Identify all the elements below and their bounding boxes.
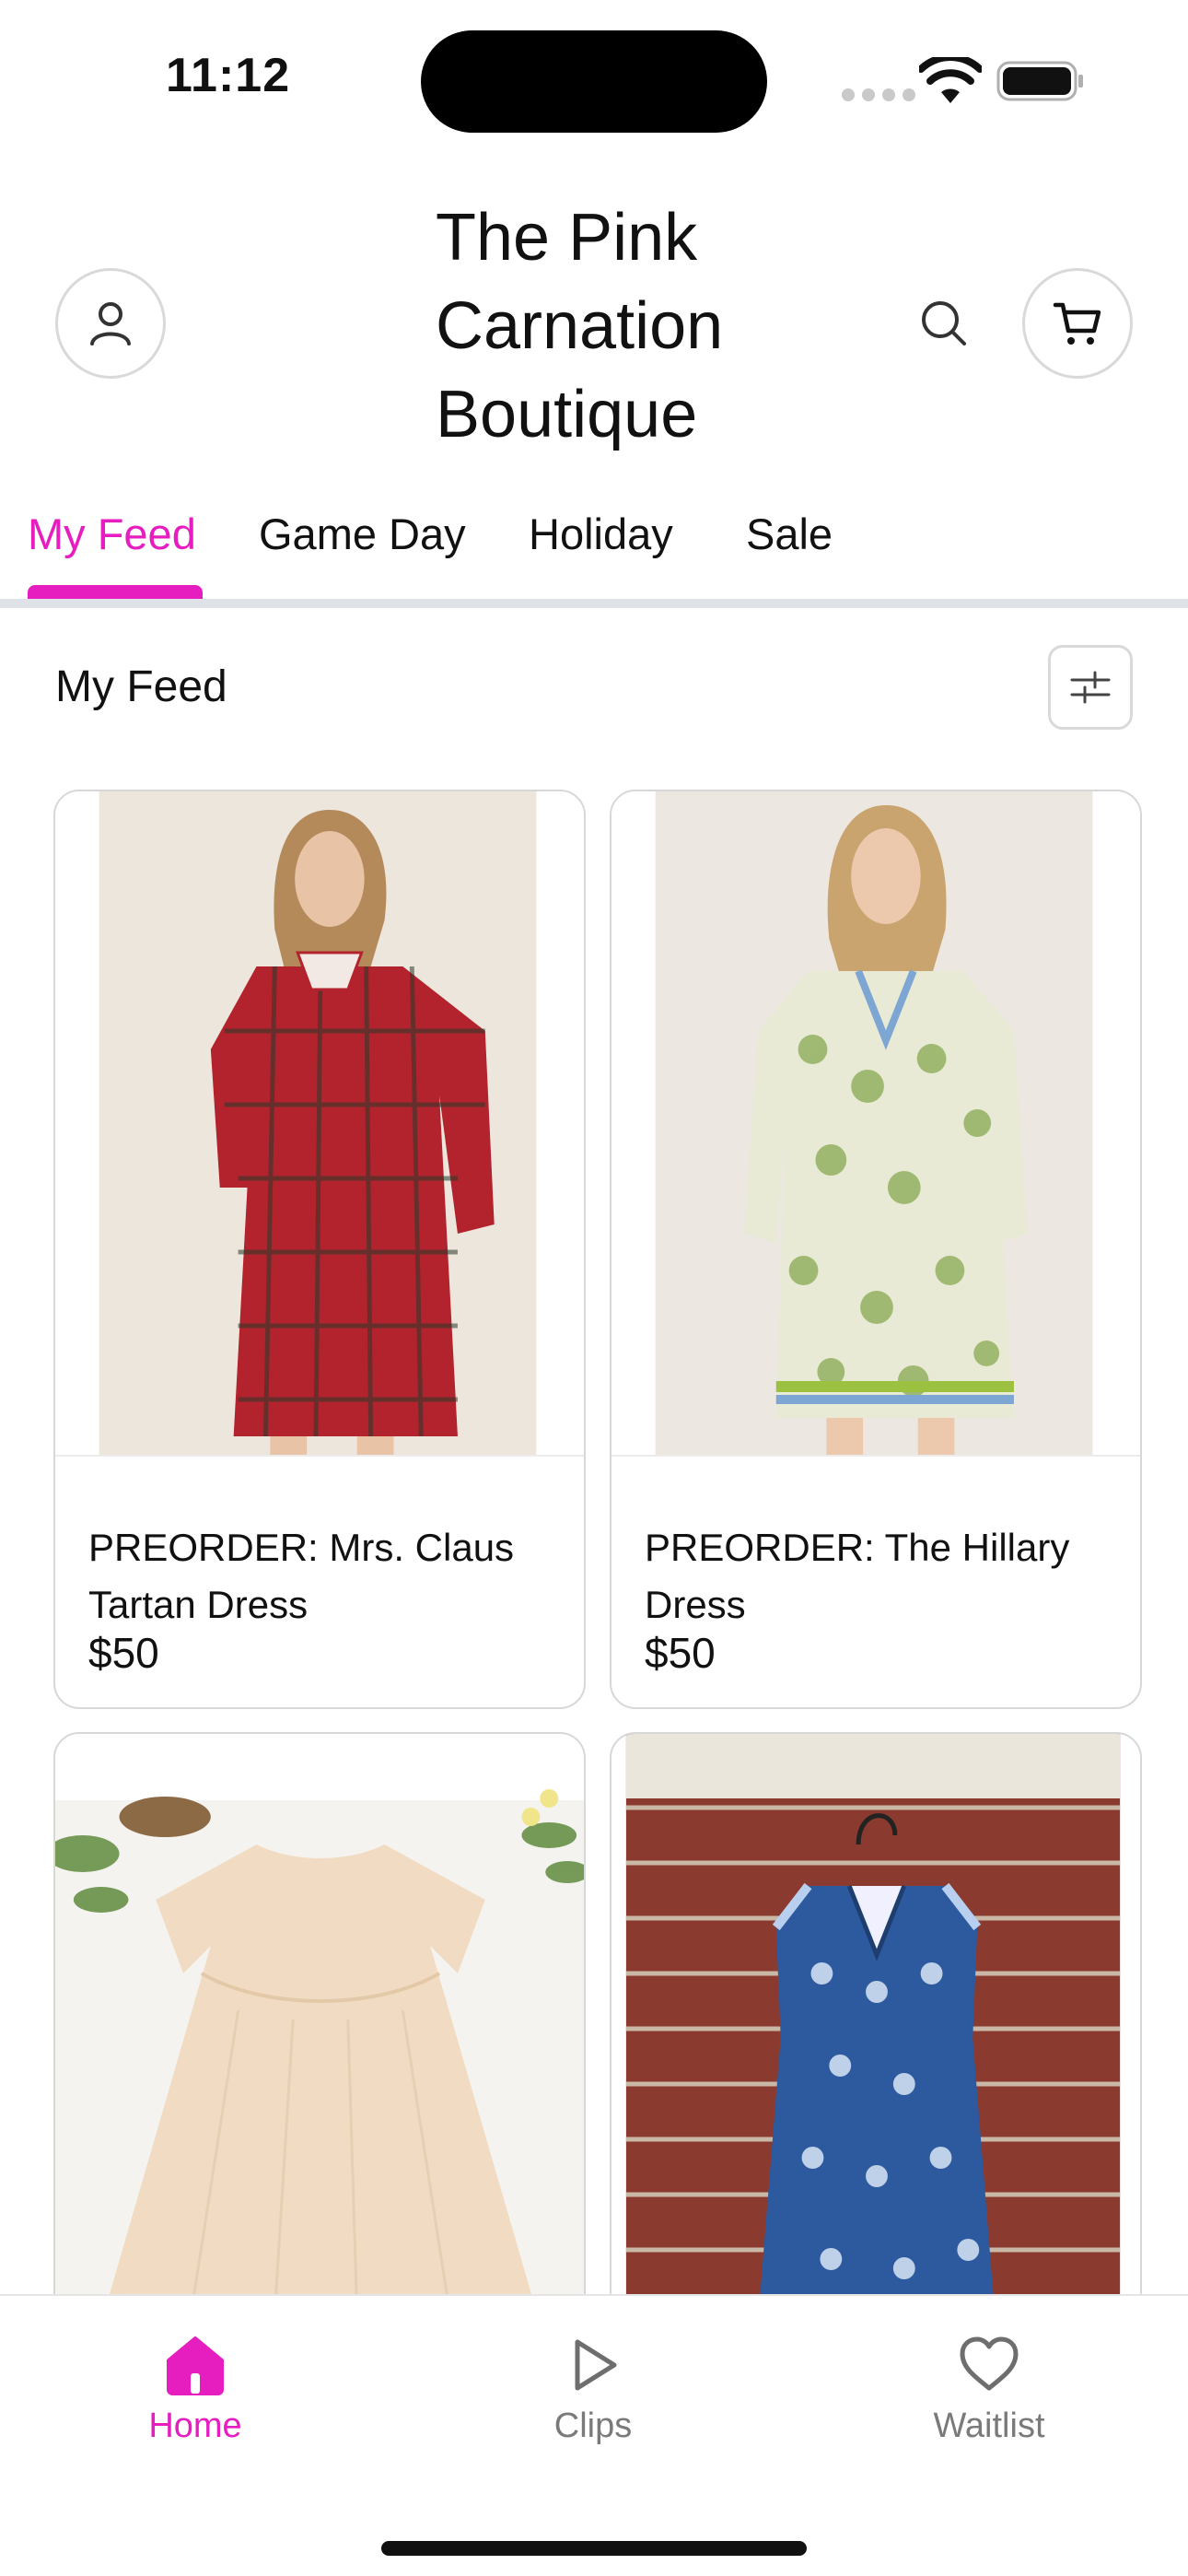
product-price: $50 (88, 1629, 159, 1677)
store-title: The Pink Carnation Boutique (436, 201, 724, 451)
section-title: My Feed (55, 662, 227, 711)
product-card[interactable] (610, 1732, 1142, 2322)
nav-clips[interactable]: Clips (455, 2296, 731, 2462)
battery-icon (996, 61, 1083, 101)
nav-waitlist-label: Waitlist (933, 2406, 1045, 2445)
tab-my-feed[interactable]: My Feed (28, 509, 196, 559)
product-image (611, 791, 1140, 1455)
dynamic-island (421, 30, 767, 133)
product-name: PREORDER: Mrs. Claus Tartan Dress (88, 1526, 515, 1626)
sliders-icon (1070, 671, 1111, 704)
nav-clips-label: Clips (553, 2406, 633, 2445)
nav-home[interactable]: Home (57, 2296, 333, 2462)
cart-button[interactable] (1022, 268, 1133, 379)
tab-game-day[interactable]: Game Day (259, 509, 466, 559)
play-icon (575, 2339, 617, 2391)
nav-home-label: Home (148, 2406, 242, 2445)
product-card[interactable]: PREORDER: The Hillary Dress $50 (610, 790, 1142, 1709)
active-tab-indicator (28, 585, 203, 600)
account-button[interactable] (55, 268, 166, 379)
product-image (55, 791, 584, 1455)
product-name: PREORDER: The Hillary Dress (645, 1526, 1070, 1626)
filter-button[interactable] (1048, 645, 1133, 730)
nav-waitlist[interactable]: Waitlist (851, 2296, 1127, 2462)
tabs-divider (0, 599, 1188, 608)
search-button[interactable] (912, 291, 976, 356)
product-price: $50 (645, 1629, 716, 1677)
heart-icon (960, 2336, 1019, 2391)
product-image (55, 1734, 584, 2320)
category-tabs: My Feed Game Day Holiday Sale (0, 498, 1188, 608)
status-time: 11:12 (166, 49, 291, 102)
search-icon (922, 301, 966, 345)
product-image (611, 1734, 1140, 2320)
cart-icon (1053, 302, 1101, 345)
bottom-navigation: Home Clips Waitlist (0, 2294, 1188, 2576)
tab-sale[interactable]: Sale (746, 509, 833, 559)
user-icon (90, 302, 131, 345)
home-indicator (381, 2541, 807, 2556)
product-card[interactable] (53, 1732, 586, 2322)
wifi-icon (919, 57, 982, 103)
product-card[interactable]: PREORDER: Mrs. Claus Tartan Dress $50 (53, 790, 586, 1709)
home-icon (167, 2336, 224, 2395)
tab-holiday[interactable]: Holiday (529, 509, 673, 559)
cellular-signal-icon (842, 88, 915, 101)
